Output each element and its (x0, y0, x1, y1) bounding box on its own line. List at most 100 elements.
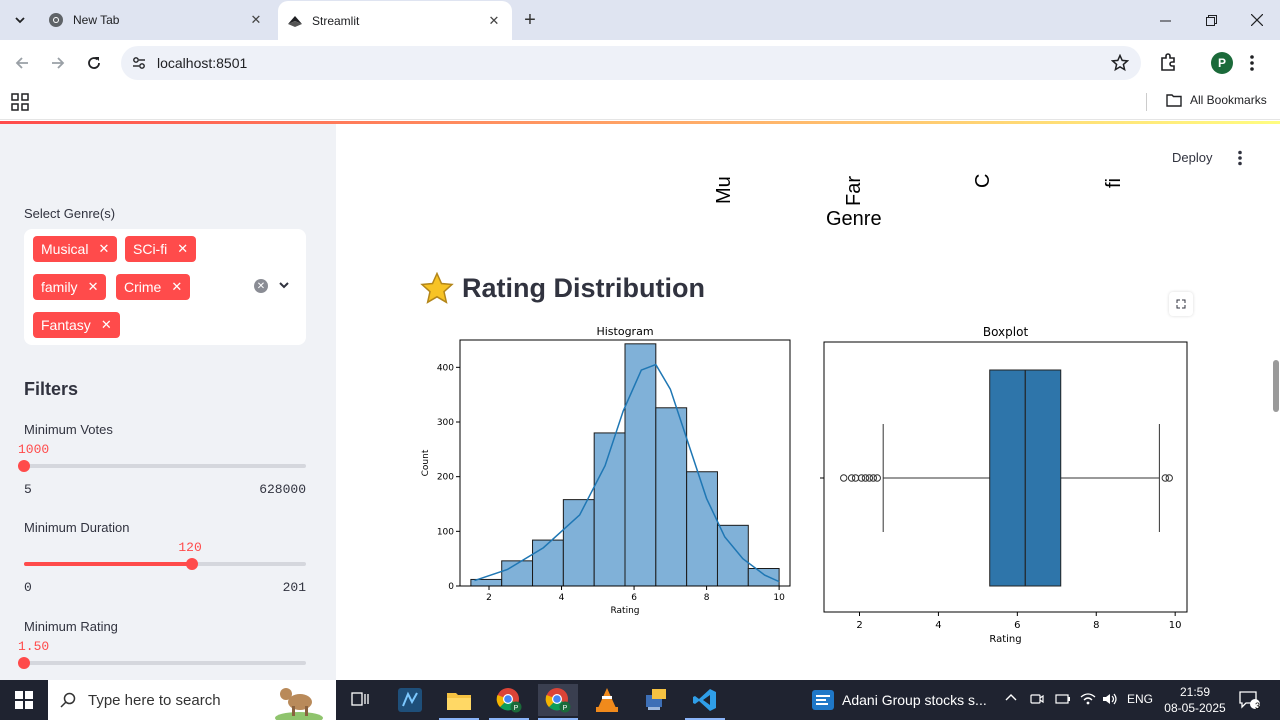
reload-icon (88, 57, 100, 69)
battery-icon[interactable] (1055, 692, 1071, 709)
remove-chip-icon[interactable]: ✕ (98, 241, 109, 257)
notification-count: 3 (1255, 701, 1261, 711)
taskbar-app-network-tool[interactable] (636, 684, 676, 716)
y-tick-label: 100 (437, 527, 454, 537)
genre-tick-label: Far (843, 176, 865, 206)
address-bar[interactable]: localhost:8501 (121, 46, 1141, 80)
genre-chip-scifi[interactable]: SCi-fi ✕ (125, 236, 197, 262)
genre-chip-crime[interactable]: Crime ✕ (116, 274, 191, 300)
x-tick-label: 4 (559, 593, 565, 603)
start-button[interactable] (4, 684, 44, 716)
main-menu-icon[interactable] (1238, 150, 1242, 166)
min-votes-label: Minimum Votes (24, 422, 113, 437)
taskbar-search[interactable]: Type here to search (48, 680, 336, 720)
min-rating-label: Minimum Rating (24, 619, 118, 634)
bookmarks-bar: All Bookmarks (0, 86, 1280, 120)
remove-chip-icon[interactable]: ✕ (88, 279, 99, 295)
forward-button[interactable] (45, 50, 71, 76)
tab-search-button[interactable] (6, 7, 34, 33)
expand-icon (1176, 299, 1186, 309)
site-info-icon[interactable] (131, 55, 147, 71)
more-menu-icon[interactable] (1250, 54, 1254, 72)
notifications-button[interactable]: 3 (1230, 684, 1268, 716)
new-tab-button[interactable]: + (518, 8, 542, 32)
min-duration-slider[interactable] (24, 558, 306, 570)
histogram-title: Histogram (596, 325, 653, 338)
outlier-point (1165, 474, 1173, 482)
cortana-mascot-icon (275, 688, 323, 720)
min-votes-slider[interactable] (18, 460, 306, 472)
boxplot-chart: 2 4 6 8 10 Boxplot Rating (820, 325, 1188, 645)
slider-thumb[interactable] (186, 558, 199, 570)
news-widget[interactable]: Adani Group stocks s... (812, 680, 987, 720)
arrow-right-icon (52, 57, 65, 69)
taskbar-app-vscode[interactable] (685, 684, 725, 716)
taskbar-app-file-explorer[interactable] (439, 684, 479, 716)
genre-tick-label: Mu (713, 176, 735, 204)
apps-grid-icon[interactable] (11, 93, 29, 111)
bookmark-star-icon[interactable] (1111, 54, 1129, 72)
y-tick-label: 300 (437, 418, 454, 428)
taskbar-app-chrome[interactable]: P (489, 684, 529, 716)
task-view-button[interactable] (340, 684, 380, 716)
clear-all-icon[interactable]: ✕ (254, 279, 268, 293)
histogram-bar (532, 539, 564, 587)
vlc-icon (596, 688, 618, 712)
meet-now-icon[interactable] (1030, 692, 1044, 709)
taskbar-app-pycharm[interactable] (390, 684, 430, 716)
genre-multiselect[interactable]: Musical ✕ SCi-fi ✕ family ✕ Crime ✕ Fantasy ✕… (24, 229, 306, 345)
min-duration-max: 201 (282, 580, 306, 595)
genre-chip-musical[interactable]: Musical ✕ (33, 236, 118, 262)
clock[interactable]: 21:59 08-05-2025 (1160, 684, 1230, 716)
search-icon (60, 692, 76, 708)
chrome-icon: P (496, 688, 522, 713)
reload-button[interactable] (81, 50, 107, 76)
histogram-bar (655, 407, 688, 587)
chevron-down-icon[interactable] (278, 279, 290, 291)
volume-icon[interactable] (1102, 692, 1118, 709)
close-tab-icon[interactable]: ✕ (486, 13, 502, 29)
page-scrollbar[interactable] (1273, 360, 1279, 412)
remove-chip-icon[interactable]: ✕ (177, 241, 188, 257)
all-bookmarks-button[interactable]: All Bookmarks (1166, 93, 1267, 107)
remove-chip-icon[interactable]: ✕ (101, 317, 112, 333)
tab-strip: New Tab ✕ Streamlit ✕ + (0, 0, 1280, 40)
x-tick-label: 10 (773, 593, 785, 603)
histogram-xlabel: Rating (610, 606, 639, 616)
min-votes-value: 1000 (18, 442, 50, 457)
wifi-icon[interactable] (1080, 692, 1096, 709)
slider-thumb[interactable] (18, 460, 31, 472)
y-tick-label: 200 (437, 473, 454, 483)
language-indicator[interactable]: ENG (1127, 692, 1153, 706)
all-bookmarks-label: All Bookmarks (1190, 93, 1267, 107)
genre-select-label: Select Genre(s) (24, 206, 116, 221)
extensions-icon[interactable] (1158, 52, 1178, 72)
close-window-button[interactable] (1234, 0, 1280, 40)
histogram-ylabel: Count (421, 449, 431, 476)
back-button[interactable] (9, 50, 35, 76)
min-rating-slider[interactable] (18, 657, 306, 669)
chevron-down-icon (15, 17, 25, 24)
remove-chip-icon[interactable]: ✕ (171, 279, 182, 295)
restore-button[interactable] (1188, 0, 1234, 40)
tab-streamlit[interactable]: Streamlit ✕ (278, 1, 512, 40)
news-text: Adani Group stocks s... (842, 692, 987, 708)
deploy-button[interactable]: Deploy (1172, 150, 1212, 165)
star-icon (420, 272, 454, 304)
taskbar-app-chrome-active[interactable]: P (538, 684, 578, 716)
profile-avatar[interactable]: P (1211, 52, 1233, 74)
chip-label: family (41, 279, 78, 295)
close-tab-icon[interactable]: ✕ (248, 12, 264, 28)
taskbar-app-vlc[interactable] (587, 684, 627, 716)
genre-chip-fantasy[interactable]: Fantasy ✕ (33, 312, 120, 338)
histogram-bar (562, 499, 595, 587)
minimize-button[interactable] (1142, 0, 1188, 40)
genre-chip-family[interactable]: family ✕ (33, 274, 107, 300)
boxplot-xlabel: Rating (989, 634, 1021, 645)
genre-axis-label: Genre (826, 208, 882, 230)
slider-thumb[interactable] (18, 657, 30, 669)
chevron-up-icon[interactable] (1005, 692, 1017, 707)
rating-distribution-heading: Rating Distribution (420, 272, 705, 304)
fullscreen-button[interactable] (1169, 292, 1193, 316)
tab-new-tab[interactable]: New Tab ✕ (38, 0, 274, 40)
